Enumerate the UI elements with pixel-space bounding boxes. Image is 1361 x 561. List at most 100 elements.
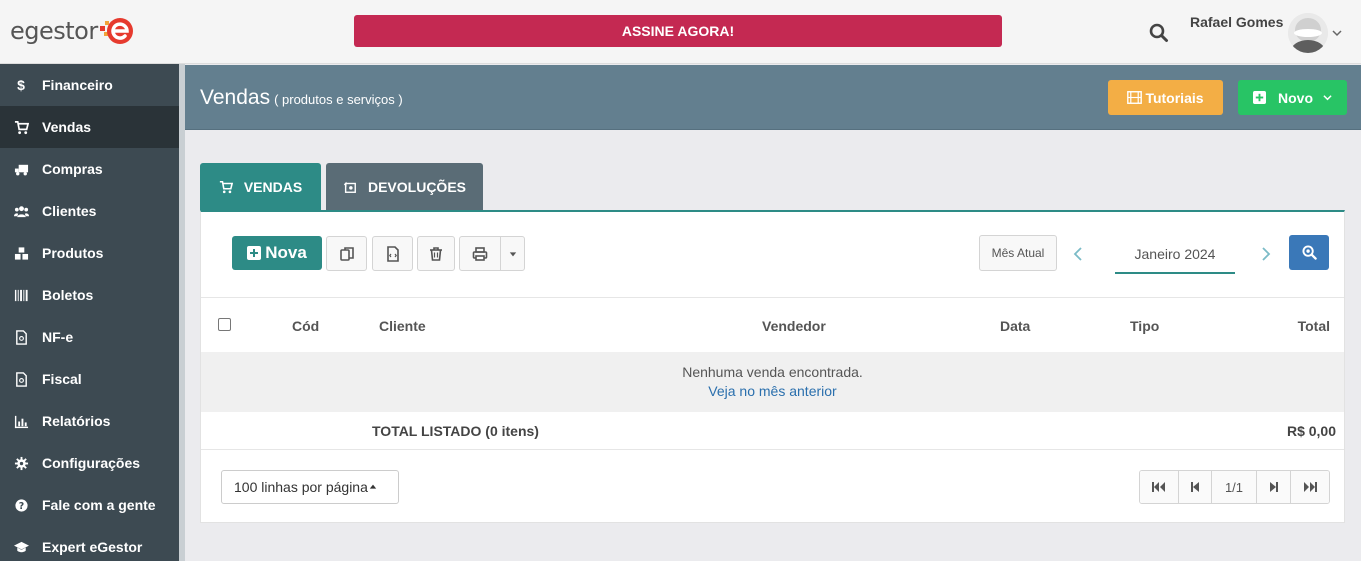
sidebar-item-vendas[interactable]: Vendas (0, 106, 179, 148)
next-month-icon[interactable] (1260, 245, 1272, 263)
previous-page-button[interactable] (1179, 471, 1212, 503)
rows-per-page-select[interactable]: 100 linhas por página (221, 470, 399, 504)
logo-text: egestor (10, 17, 98, 45)
sidebar-item-fiscal[interactable]: Fiscal (0, 358, 179, 400)
new-sale-button[interactable]: Nova (232, 236, 322, 270)
column-header-cliente[interactable]: Cliente (379, 318, 426, 334)
sidebar-item-nfe[interactable]: NF-e (0, 316, 179, 358)
tab-vendas[interactable]: VENDAS (200, 163, 321, 210)
tutorials-button[interactable]: Tutoriais (1108, 80, 1223, 115)
column-header-total[interactable]: Total (1298, 318, 1330, 334)
sidebar-item-clientes[interactable]: Clientes (0, 190, 179, 232)
gear-icon (12, 455, 30, 471)
copy-icon (339, 246, 354, 261)
sidebar-item-compras[interactable]: Compras (0, 148, 179, 190)
return-icon (343, 181, 356, 193)
subscribe-now-button[interactable]: ASSINE AGORA! (354, 15, 1002, 47)
xml-button[interactable] (372, 236, 413, 271)
column-header-tipo[interactable]: Tipo (1130, 318, 1159, 334)
sidebar-divider (179, 64, 185, 561)
caret-up-icon (369, 484, 377, 489)
last-page-icon (1304, 482, 1317, 492)
logo-e-mark-icon (99, 18, 133, 44)
sidebar-item-label: Fiscal (42, 371, 82, 387)
empty-state-row: Nenhuma venda encontrada. Veja no mês an… (201, 352, 1344, 412)
column-header-data[interactable]: Data (1000, 318, 1030, 334)
new-label: Novo (1278, 89, 1313, 106)
sidebar-item-boletos[interactable]: Boletos (0, 274, 179, 316)
sidebar-item-label: Configurações (42, 455, 141, 471)
month-selector[interactable]: Janeiro 2024 (1115, 235, 1235, 274)
print-button[interactable] (459, 236, 501, 271)
chevron-down-icon (1323, 95, 1332, 101)
sidebar-item-relatorios[interactable]: Relatórios (0, 400, 179, 442)
tab-label: VENDAS (243, 178, 303, 195)
advanced-search-button[interactable] (1289, 235, 1329, 270)
sidebar-item-label: Clientes (42, 203, 97, 219)
sidebar-item-expert-egestor[interactable]: Expert eGestor (0, 526, 179, 561)
question-icon: ? (12, 497, 30, 513)
page-indicator: 1/1 (1212, 471, 1257, 503)
sidebar-item-label: Vendas (42, 119, 92, 135)
page-title: Vendas( produtos e serviços ) (200, 86, 403, 110)
sidebar-item-financeiro[interactable]: $ Financeiro (0, 64, 179, 106)
column-header-vendedor[interactable]: Vendedor (762, 318, 826, 334)
sidebar-item-label: Fale com a gente (42, 497, 156, 513)
delete-button[interactable] (417, 236, 455, 271)
code-file-icon (386, 245, 399, 262)
chevron-down-icon[interactable] (1332, 28, 1342, 38)
print-options-dropdown[interactable] (500, 236, 525, 271)
plus-square-icon (1253, 91, 1266, 104)
sidebar-item-label: Boletos (42, 287, 94, 303)
new-button[interactable]: Novo (1238, 80, 1347, 115)
copy-button[interactable] (326, 236, 367, 271)
total-value: R$ 0,00 (1286, 423, 1336, 439)
avatar[interactable] (1288, 13, 1328, 53)
sidebar-item-configuracoes[interactable]: Configurações (0, 442, 179, 484)
column-header-cod[interactable]: Cód (292, 318, 319, 334)
cart-icon (12, 119, 30, 135)
last-page-button[interactable] (1291, 471, 1329, 503)
zoom-icon (1301, 245, 1317, 260)
sidebar: $ Financeiro Vendas Compras Clientes Pro… (0, 64, 179, 561)
page-subtitle: ( produtos e serviços ) (274, 92, 403, 107)
current-month-button[interactable]: Mês Atual (979, 235, 1057, 271)
previous-page-icon (1191, 482, 1199, 492)
select-all-checkbox[interactable] (218, 318, 231, 331)
total-label: TOTAL LISTADO (0 itens) (372, 423, 539, 439)
svg-text:?: ? (18, 500, 23, 511)
egestor-logo[interactable]: egestor (10, 14, 134, 48)
caret-down-icon (509, 251, 516, 256)
tab-devolucoes[interactable]: DEVOLUÇÕES (326, 163, 483, 210)
trash-icon (430, 246, 442, 261)
tab-label: DEVOLUÇÕES (367, 178, 466, 195)
table-header: Cód Cliente Vendedor Data Tipo Total (201, 297, 1344, 352)
rows-per-page-value: 100 linhas por página (234, 479, 368, 495)
new-sale-label: Nova (265, 243, 307, 262)
document-icon (12, 329, 30, 345)
sidebar-item-produtos[interactable]: Produtos (0, 232, 179, 274)
user-name[interactable]: Rafael Gomes (1190, 14, 1283, 30)
graduation-cap-icon (12, 539, 30, 555)
page-title-text: Vendas (200, 86, 271, 109)
cubes-icon (12, 245, 30, 261)
first-page-button[interactable] (1140, 471, 1179, 503)
truck-icon (12, 161, 30, 177)
previous-month-icon[interactable] (1072, 245, 1084, 263)
dollar-icon: $ (17, 77, 25, 93)
sidebar-item-label: Expert eGestor (42, 539, 143, 555)
tutorials-label: Tutoriais (1145, 89, 1204, 106)
sidebar-item-fale-com-a-gente[interactable]: ? Fale com a gente (0, 484, 179, 526)
page-header: Vendas( produtos e serviços ) Tutoriais … (185, 65, 1361, 130)
document-icon (12, 371, 30, 387)
users-icon (12, 203, 30, 219)
cart-icon (219, 180, 233, 193)
sidebar-item-label: Relatórios (42, 413, 111, 429)
next-page-button[interactable] (1257, 471, 1291, 503)
next-page-icon (1269, 482, 1278, 492)
sales-panel: Nova Mês Atual Janeiro 2024 Cód Cliente … (200, 210, 1345, 523)
search-icon[interactable] (1148, 22, 1170, 44)
printer-icon (472, 246, 488, 261)
sidebar-item-label: NF-e (42, 329, 74, 345)
previous-month-link[interactable]: Veja no mês anterior (201, 383, 1344, 399)
